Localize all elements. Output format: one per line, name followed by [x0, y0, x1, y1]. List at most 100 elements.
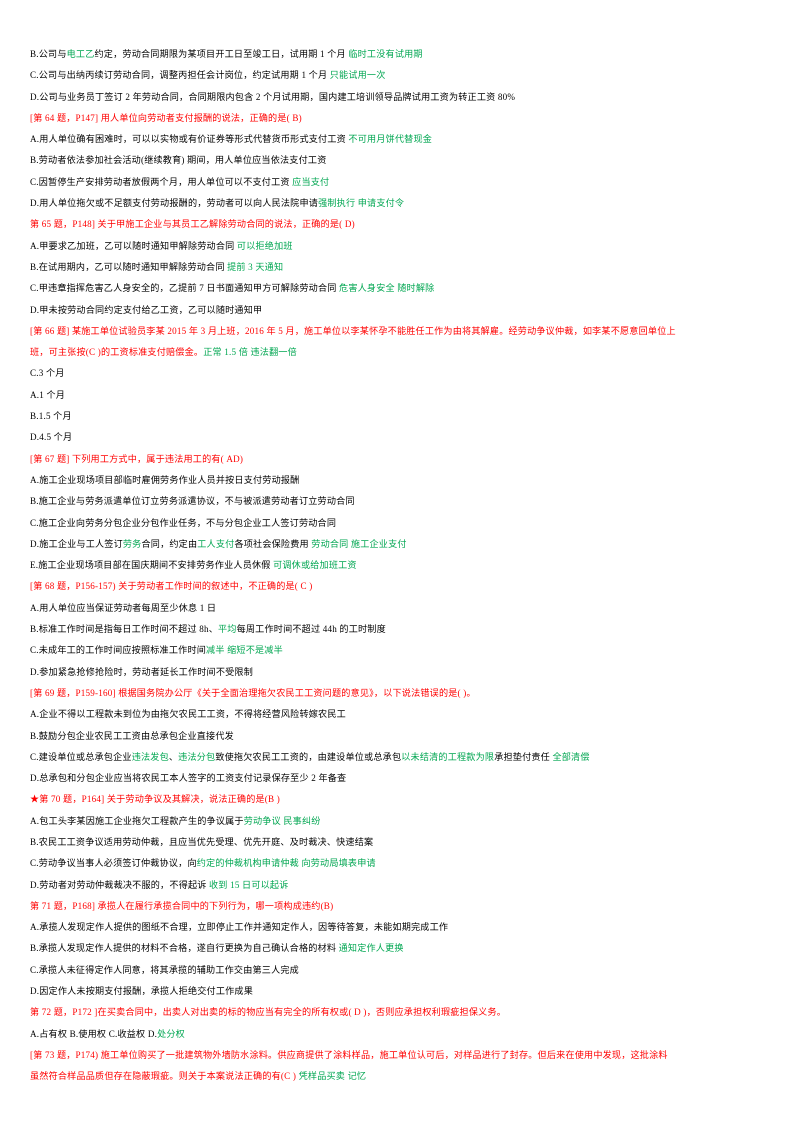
option-line: B.在试用期内，乙可以随时通知甲解除劳动合同 提前 3 天通知: [30, 257, 770, 278]
question-text: 第 65 题，P148] 关于甲施工企业与其员工乙解除劳动合同的说法，正确的是(…: [30, 219, 355, 230]
option-line: C.甲违章指挥危害乙人身安全的，乙提前 7 日书面通知甲方可解除劳动合同 危害人…: [30, 278, 770, 299]
body-text: D.: [147, 1028, 158, 1039]
text-lines-container: B.公司与电工乙约定，劳动合同期限为某项目开工日至竣工日，试用期 1 个月 临时…: [30, 44, 770, 1088]
annotation-text: 正常 1.5 倍: [203, 347, 248, 358]
body-text: C.甲违章指挥危害乙人身安全的，乙提前 7 日书面通知甲方可解除劳动合同: [30, 283, 337, 294]
body-text: 约定，劳动合同期限为某项目开工日至竣工日，试用期 1 个月: [94, 49, 346, 59]
option-line: A.用人单位确有困难时，可以以实物或有价证券等形式代替货币形式支付工资 不可用月…: [30, 129, 770, 150]
body-text: D.参加紧急抢修抢险时，劳动者延长工作时间不受限制: [30, 666, 253, 677]
annotation-text: 违法翻一倍: [250, 347, 297, 358]
question-text: [第 66 题] 某施工单位试验员李某 2015 年 3 月上班，2016 年 …: [30, 325, 676, 336]
body-text: C.因暂停生产安排劳动者放假两个月，用人单位可以不支付工资: [30, 176, 290, 187]
question-text: [第 73 题，P174) 施工单位购买了一批建筑物外墙防水涂料。供应商提供了涂…: [30, 1049, 668, 1060]
annotation-text: 向劳动局填表申请: [301, 858, 376, 869]
option-line: D.参加紧急抢修抢险时，劳动者延长工作时间不受限制: [30, 662, 770, 683]
body-text: A.甲要求乙加班，乙可以随时通知甲解除劳动合同: [30, 240, 235, 251]
body-text: 每周工作时间不超过 44h 的工时制度: [236, 624, 386, 635]
body-text: C.3 个月: [30, 368, 65, 379]
body-text: A.用人单位确有困难时，可以以实物或有价证券等形式代替货币形式支付工资: [30, 134, 346, 145]
body-text: E.施工企业现场项目部在国庆期间不安排劳务作业人员休假: [30, 560, 271, 571]
annotation-text: 减半: [206, 645, 225, 656]
annotation-text: 平均: [218, 624, 237, 635]
option-line: A.企业不得以工程款未到位为由拖欠农民工工资，不得将经营风险转嫁农民工: [30, 704, 770, 725]
annotation-text: 可调休或给加班工资: [273, 560, 357, 571]
body-text: A.承揽人发现定作人提供的图纸不合理，立即停止工作并通知定作人，因等待答复，未能…: [30, 922, 449, 933]
question-header-line: 班，可主张按(C )的工资标准支付赔偿金。正常 1.5 倍 违法翻一倍: [30, 342, 770, 363]
body-text: B.鼓励分包企业农民工工资由总承包企业直接代发: [30, 730, 234, 741]
annotation-text: 凭样品买卖 记忆: [298, 1071, 367, 1082]
annotation-text: 临时工没有试用期: [348, 49, 423, 59]
option-line: C.公司与出纳丙续订劳动合同，调整丙担任会计岗位，约定试用期 1 个月 只能试用…: [30, 65, 770, 86]
option-line: A.甲要求乙加班，乙可以随时通知甲解除劳动合同 可以拒绝加班: [30, 236, 770, 257]
body-text: C.施工企业向劳务分包企业分包作业任务，不与分包企业工人签订劳动合同: [30, 517, 337, 528]
option-line: A.1 个月: [30, 385, 770, 406]
body-text: B.农民工工资争议适用劳动仲裁，且应当优先受理、优先开庭、及时裁决、快速结案: [30, 836, 374, 847]
body-text: B.承揽人发现定作人提供的材料不合格，遂自行更换为自己确认合格的材料: [30, 943, 337, 954]
annotation-text: 电工乙: [66, 49, 95, 59]
question-header-line: ★第 70 题，P164] 关于劳动争议及其解决，说法正确的是(B ): [30, 789, 770, 810]
question-header-line: 第 65 题，P148] 关于甲施工企业与其员工乙解除劳动合同的说法，正确的是(…: [30, 214, 770, 235]
body-text: D.4.5 个月: [30, 432, 73, 443]
body-text: 合同，约定由: [141, 538, 198, 549]
option-line: D.劳动者对劳动仲裁裁决不服的，不得起诉 收到 15 日可以起诉: [30, 875, 770, 896]
body-text: D.因定作人未按期支付报酬，承揽人拒绝交付工作成果: [30, 986, 253, 997]
option-line: B.1.5 个月: [30, 406, 770, 427]
option-line: A.包工头李某因施工企业拖欠工程款产生的争议属于劳动争议 民事纠纷: [30, 811, 770, 832]
question-text: [第 67 题] 下列用工方式中，属于违法用工的有( AD): [30, 453, 244, 464]
annotation-text: 收到 15 日可以起诉: [209, 879, 289, 890]
option-line: D.总承包和分包企业应当将农民工本人签字的工资支付记录保存至少 2 年备查: [30, 768, 770, 789]
body-text: 致使拖欠农民工工资的，由建设单位或总承包: [215, 751, 402, 762]
body-text: A.占有权: [30, 1028, 68, 1039]
option-line: A.施工企业现场项目部临时雇佣劳务作业人员并按日支付劳动报酬: [30, 470, 770, 491]
option-line: B.公司与电工乙约定，劳动合同期限为某项目开工日至竣工日，试用期 1 个月 临时…: [30, 44, 770, 65]
body-text: A.1 个月: [30, 389, 66, 400]
annotation-text: 可以拒绝加班: [236, 240, 293, 251]
annotation-text: 缩短不是减半: [227, 645, 283, 656]
annotation-text: 只能试用一次: [329, 70, 386, 81]
option-line: C.施工企业向劳务分包企业分包作业任务，不与分包企业工人签订劳动合同: [30, 513, 770, 534]
body-text: C.建设单位或总承包企业: [30, 751, 132, 762]
question-text: 第 71 题，P168] 承揽人在履行承揽合同中的下列行为，哪一项构成违约(B): [30, 900, 334, 911]
body-text: C.未成年工的工作时间应按照标准工作时间: [30, 645, 207, 656]
body-text: B.劳动者依法参加社会活动(继续教育) 期间，用人单位应当依法支付工资: [30, 155, 327, 166]
body-text: D.公司与业务员丁签订 2 年劳动合同，合同期限内包含 2 个月试用期，国内建工…: [30, 91, 516, 102]
question-header-line: [第 67 题] 下列用工方式中，属于违法用工的有( AD): [30, 449, 770, 470]
body-text: D.甲未按劳动合同约定支付给乙工资，乙可以随时通知甲: [30, 304, 263, 315]
question-header-line: [第 64 题，P147] 用人单位向劳动者支付报酬的说法，正确的是( B): [30, 108, 770, 129]
option-line: B.劳动者依法参加社会活动(继续教育) 期间，用人单位应当依法支付工资: [30, 150, 770, 171]
question-header-line: [第 68 题，P156-157) 关于劳动者工作时间的叙述中，不正确的是( C…: [30, 576, 770, 597]
body-text: C.收益权: [108, 1028, 146, 1039]
option-line: E.施工企业现场项目部在国庆期间不安排劳务作业人员休假 可调休或给加班工资: [30, 555, 770, 576]
question-text: [第 64 题，P147] 用人单位向劳动者支付报酬的说法，正确的是( B): [30, 112, 302, 123]
body-text: C.劳动争议当事人必须签订仲裁协议，向: [30, 858, 197, 869]
question-text: [第 69 题，P159-160] 根据国务院办公厅《关于全面治理拖欠农民工工资…: [30, 687, 476, 698]
body-text: A.用人单位应当保证劳动者每周至少休息 1 日: [30, 602, 217, 613]
option-line: D.公司与业务员丁签订 2 年劳动合同，合同期限内包含 2 个月试用期，国内建工…: [30, 87, 770, 108]
option-line: C.未成年工的工作时间应按照标准工作时间减半 缩短不是减半: [30, 640, 770, 661]
body-text: D.施工企业与工人签订: [30, 538, 123, 549]
body-text: C.承揽人未征得定作人同意，将其承揽的辅助工作交由第三人完成: [30, 964, 299, 975]
annotation-text: 提前 3 天通知: [227, 261, 284, 272]
annotation-text: 申请支付令: [357, 198, 405, 209]
option-line: A.用人单位应当保证劳动者每周至少休息 1 日: [30, 598, 770, 619]
body-text: B.施工企业与劳务派遣单位订立劳务派遣协议，不与被派遣劳动者订立劳动合同: [30, 496, 355, 507]
question-header-line: 虽然符合样品品质但存在隐蔽瑕疵。则关于本案说法正确的有(C ) 凭样品买卖 记忆: [30, 1066, 770, 1087]
annotation-text: 全部清偿: [552, 751, 590, 762]
body-text: A.包工头李某因施工企业拖欠工程款产生的争议属于: [30, 815, 244, 826]
option-line: C.劳动争议当事人必须签订仲裁协议，向约定的仲裁机构申请仲裁 向劳动局填表申请: [30, 853, 770, 874]
option-line: A.占有权 B.使用权 C.收益权 D.处分权: [30, 1024, 770, 1045]
option-line: B.农民工工资争议适用劳动仲裁，且应当优先受理、优先开庭、及时裁决、快速结案: [30, 832, 770, 853]
body-text: A.企业不得以工程款未到位为由拖欠农民工工资，不得将经营风险转嫁农民工: [30, 709, 346, 720]
body-text: 承担垫付责任: [494, 751, 550, 762]
body-text: C.公司与出纳丙续订劳动合同，调整丙担任会计岗位，约定试用期 1 个月: [30, 70, 328, 81]
body-text: B.在试用期内，乙可以随时通知甲解除劳动合同: [30, 261, 225, 272]
question-header-line: [第 69 题，P159-160] 根据国务院办公厅《关于全面治理拖欠农民工工资…: [30, 683, 770, 704]
body-text: D.总承包和分包企业应当将农民工本人签字的工资支付记录保存至少 2 年备查: [30, 773, 347, 784]
annotation-text: 劳动争议: [243, 815, 281, 826]
body-text: B.使用权: [69, 1028, 107, 1039]
question-header-line: [第 66 题] 某施工单位试验员李某 2015 年 3 月上班，2016 年 …: [30, 321, 770, 342]
question-text: ★第 70 题，P164] 关于劳动争议及其解决，说法正确的是(B ): [30, 794, 281, 805]
question-text: 虽然符合样品品质但存在隐蔽瑕疵。则关于本案说法正确的有(C ): [30, 1071, 297, 1082]
body-text: D.劳动者对劳动仲裁裁决不服的，不得起诉: [30, 879, 207, 890]
annotation-text: 违法分包: [178, 751, 216, 762]
